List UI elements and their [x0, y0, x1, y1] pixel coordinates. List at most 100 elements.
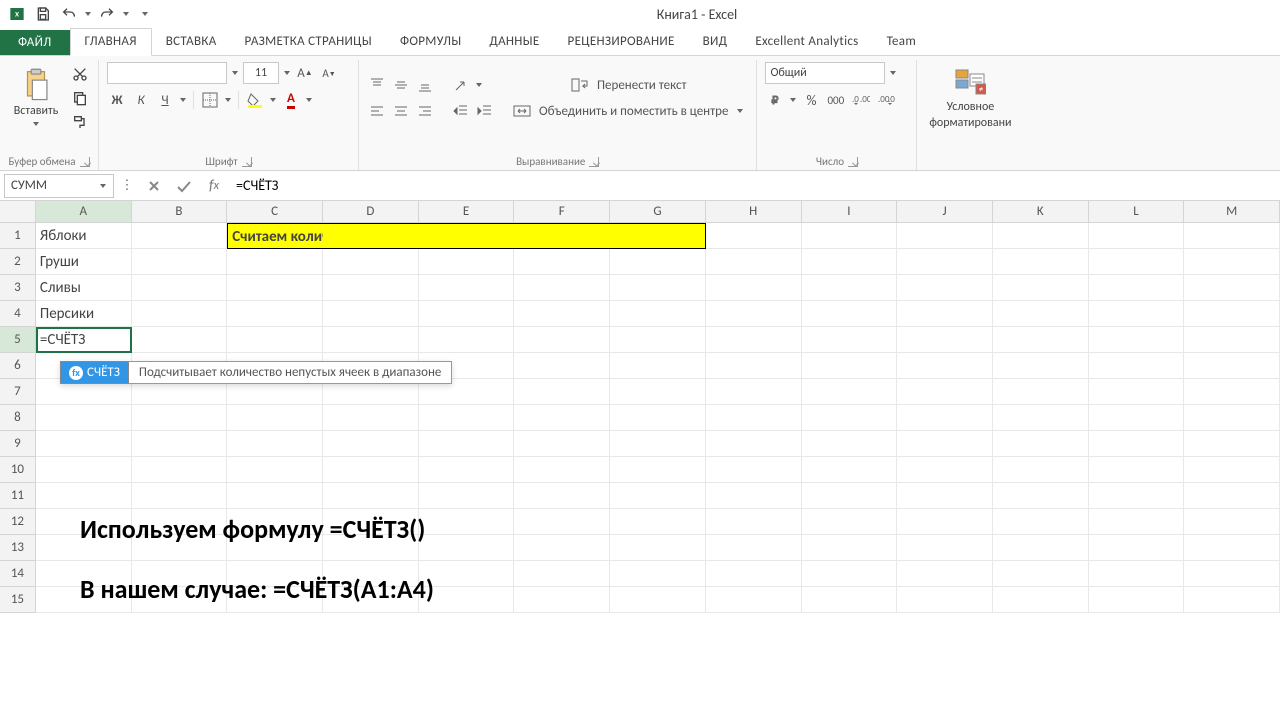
decrease-font-icon[interactable]: A▼ — [319, 63, 339, 83]
cell-C3[interactable] — [227, 275, 323, 301]
cell-J11[interactable] — [897, 483, 993, 509]
cell-H11[interactable] — [706, 483, 802, 509]
cell-H8[interactable] — [706, 405, 802, 431]
col-header-J[interactable]: J — [897, 201, 993, 222]
save-icon[interactable] — [32, 3, 54, 25]
alignment-dialog-launcher[interactable] — [589, 157, 599, 167]
cell-H6[interactable] — [706, 353, 802, 379]
cell-G8[interactable] — [610, 405, 706, 431]
row-header-11[interactable]: 11 — [0, 483, 36, 509]
cell-K14[interactable] — [993, 561, 1089, 587]
row-header-7[interactable]: 7 — [0, 379, 36, 405]
bold-button[interactable]: Ж — [107, 90, 127, 110]
font-name-combo[interactable] — [107, 62, 227, 84]
cell-G2[interactable] — [610, 249, 706, 275]
cell-M9[interactable] — [1184, 431, 1280, 457]
row-header-6[interactable]: 6 — [0, 353, 36, 379]
cell-M6[interactable] — [1184, 353, 1280, 379]
col-header-F[interactable]: F — [514, 201, 610, 222]
col-header-A[interactable]: A — [36, 201, 132, 222]
cell-B5[interactable] — [132, 327, 228, 353]
row-header-2[interactable]: 2 — [0, 249, 36, 275]
decrease-indent-icon[interactable] — [451, 101, 471, 121]
cell-L10[interactable] — [1089, 457, 1185, 483]
cell-G7[interactable] — [610, 379, 706, 405]
cell-D8[interactable] — [323, 405, 419, 431]
col-header-E[interactable]: E — [419, 201, 515, 222]
tab-review[interactable]: РЕЦЕНЗИРОВАНИЕ — [554, 29, 689, 55]
increase-indent-icon[interactable] — [475, 101, 495, 121]
cell-B9[interactable] — [132, 431, 228, 457]
cell-B3[interactable] — [132, 275, 228, 301]
undo-icon[interactable] — [58, 3, 80, 25]
tab-team[interactable]: Team — [873, 29, 930, 55]
cell-F1[interactable] — [515, 223, 611, 249]
cell-K3[interactable] — [993, 275, 1089, 301]
cell-J4[interactable] — [897, 301, 993, 327]
cell-I13[interactable] — [802, 535, 898, 561]
tab-page-layout[interactable]: РАЗМЕТКА СТРАНИЦЫ — [231, 29, 386, 55]
cell-I10[interactable] — [802, 457, 898, 483]
cell-K9[interactable] — [993, 431, 1089, 457]
cell-C11[interactable] — [227, 483, 323, 509]
cell-J2[interactable] — [897, 249, 993, 275]
cell-C9[interactable] — [227, 431, 323, 457]
cell-E12[interactable] — [419, 509, 515, 535]
formula-input[interactable] — [230, 174, 1276, 198]
cell-G4[interactable] — [610, 301, 706, 327]
conditional-formatting-button[interactable]: ≠ Условное форматировани — [925, 62, 1015, 134]
font-name-dropdown-icon[interactable] — [231, 69, 239, 77]
cell-E13[interactable] — [419, 535, 515, 561]
cell-J3[interactable] — [897, 275, 993, 301]
row-header-14[interactable]: 14 — [0, 561, 36, 587]
row-header-12[interactable]: 12 — [0, 509, 36, 535]
cell-J6[interactable] — [897, 353, 993, 379]
cell-J13[interactable] — [897, 535, 993, 561]
cell-I6[interactable] — [802, 353, 898, 379]
tab-data[interactable]: ДАННЫЕ — [475, 29, 553, 55]
font-color-icon[interactable]: A — [281, 90, 301, 110]
align-bottom-icon[interactable] — [415, 75, 435, 95]
cell-B1[interactable] — [132, 223, 228, 249]
cell-F12[interactable] — [514, 509, 610, 535]
cell-I1[interactable] — [802, 223, 898, 249]
cell-H13[interactable] — [706, 535, 802, 561]
cell-L8[interactable] — [1089, 405, 1185, 431]
cell-G12[interactable] — [610, 509, 706, 535]
cell-E3[interactable] — [419, 275, 515, 301]
cell-E2[interactable] — [419, 249, 515, 275]
cell-K15[interactable] — [993, 587, 1089, 613]
paste-dropdown-icon[interactable] — [32, 120, 40, 128]
cell-F13[interactable] — [514, 535, 610, 561]
cell-I9[interactable] — [802, 431, 898, 457]
cell-L13[interactable] — [1089, 535, 1185, 561]
cell-D10[interactable] — [323, 457, 419, 483]
merge-center-button[interactable]: Объединить и поместить в центре — [509, 101, 748, 121]
cell-D2[interactable] — [323, 249, 419, 275]
undo-dropdown-icon[interactable] — [84, 10, 92, 18]
col-header-G[interactable]: G — [610, 201, 706, 222]
cell-L3[interactable] — [1089, 275, 1185, 301]
redo-icon[interactable] — [96, 3, 118, 25]
row-header-3[interactable]: 3 — [0, 275, 36, 301]
cell-G5[interactable] — [610, 327, 706, 353]
cell-L1[interactable] — [1089, 223, 1185, 249]
name-box[interactable]: СУММ — [4, 174, 114, 198]
cell-M10[interactable] — [1184, 457, 1280, 483]
cell-I5[interactable] — [802, 327, 898, 353]
format-painter-icon[interactable] — [70, 112, 90, 132]
cell-J7[interactable] — [897, 379, 993, 405]
cell-G14[interactable] — [610, 561, 706, 587]
cell-K6[interactable] — [993, 353, 1089, 379]
cell-K10[interactable] — [993, 457, 1089, 483]
cell-E11[interactable] — [419, 483, 515, 509]
cell-F4[interactable] — [514, 301, 610, 327]
cell-A8[interactable] — [36, 405, 132, 431]
cell-G11[interactable] — [610, 483, 706, 509]
cell-L4[interactable] — [1089, 301, 1185, 327]
tab-view[interactable]: ВИД — [689, 29, 742, 55]
align-middle-icon[interactable] — [391, 75, 411, 95]
cell-E4[interactable] — [419, 301, 515, 327]
clipboard-dialog-launcher[interactable] — [80, 157, 90, 167]
cell-M12[interactable] — [1184, 509, 1280, 535]
